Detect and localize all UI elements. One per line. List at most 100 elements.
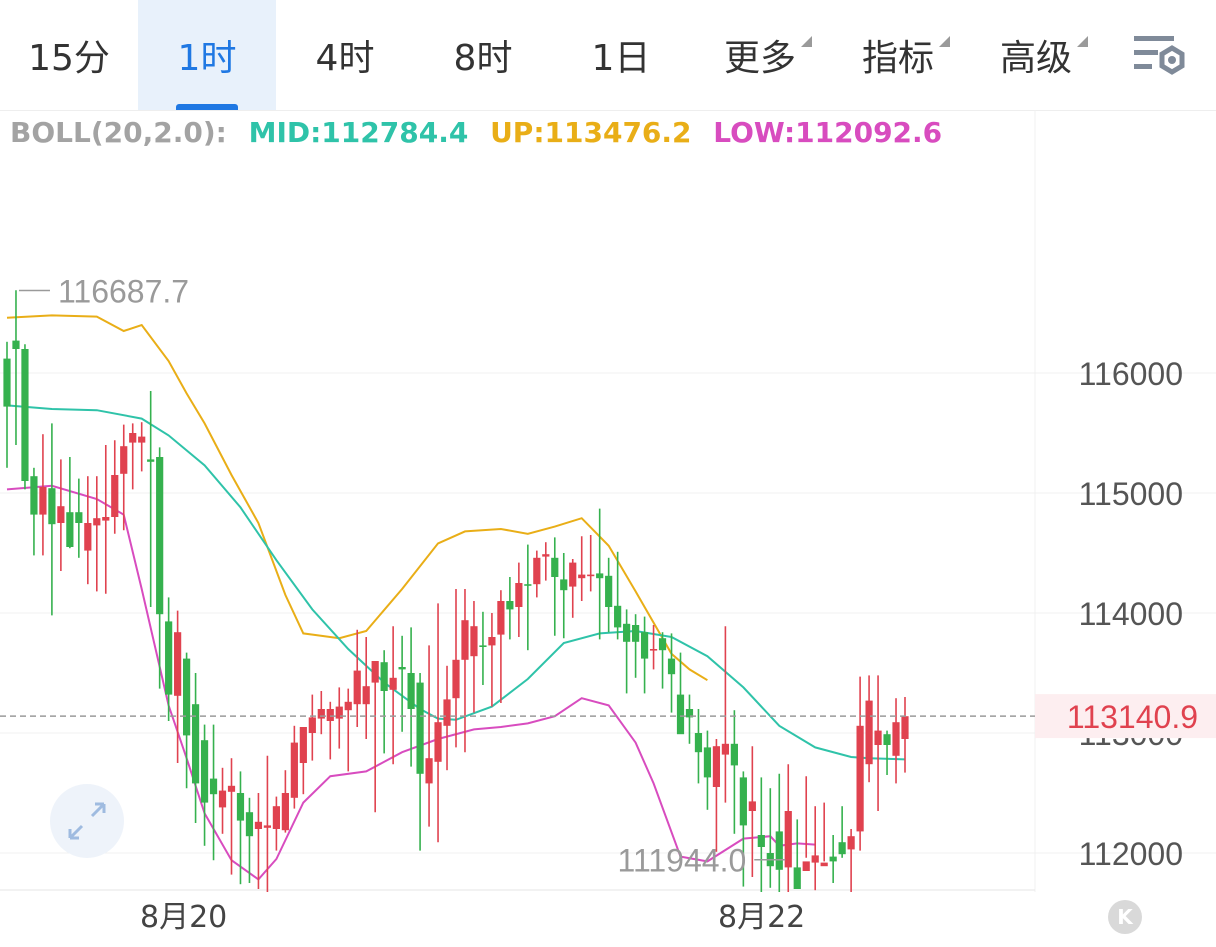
candle-body <box>272 806 280 829</box>
candle-body <box>156 457 164 615</box>
candle <box>649 625 658 670</box>
k-button[interactable]: K <box>1108 900 1142 934</box>
candle-body <box>227 785 236 792</box>
candle-body <box>48 488 56 525</box>
candle-body <box>676 694 685 735</box>
candle <box>353 629 361 727</box>
candle-body <box>703 747 712 778</box>
candle-body <box>84 523 92 551</box>
candle <box>901 697 909 773</box>
candle <box>21 344 29 490</box>
candle-body <box>578 574 586 579</box>
tab-8h[interactable]: 8时 <box>414 0 552 110</box>
candle <box>344 688 352 772</box>
tab-label: 8时 <box>453 38 513 79</box>
candle <box>829 835 837 883</box>
candle <box>802 776 810 871</box>
candle-body <box>632 625 640 642</box>
candle <box>380 650 388 754</box>
candle-body <box>254 821 263 829</box>
candle-body <box>901 716 909 739</box>
chart-settings-icon[interactable] <box>1126 26 1188 88</box>
tab-advanced[interactable]: 高级 <box>976 0 1096 110</box>
candle <box>371 661 379 813</box>
candle-body <box>443 699 451 726</box>
candle <box>308 694 316 761</box>
candle-body <box>245 812 254 837</box>
candle-body <box>748 801 756 811</box>
dropdown-corner-icon <box>939 36 950 47</box>
candle <box>757 777 765 892</box>
candle <box>569 559 577 618</box>
candle-body <box>470 626 478 657</box>
candle-body <box>236 793 245 821</box>
candle-body <box>757 835 765 847</box>
candle-body <box>596 573 604 579</box>
tab-label: 4时 <box>315 38 375 79</box>
candle <box>84 476 92 585</box>
candle-body <box>129 433 137 443</box>
tab-4h[interactable]: 4时 <box>276 0 414 110</box>
candle-body <box>317 709 325 719</box>
candle <box>865 675 873 783</box>
candle-body <box>658 638 667 651</box>
candle <box>793 819 801 889</box>
candle-body <box>649 649 658 651</box>
candle-body <box>362 686 370 705</box>
low-price-label: 111944.0 <box>618 843 747 879</box>
candle <box>111 440 119 534</box>
tab-1d[interactable]: 1日 <box>552 0 690 110</box>
candle <box>497 590 505 703</box>
candle-body <box>3 358 11 407</box>
candle <box>317 691 325 735</box>
candlestick-chart[interactable]: 116000115000114000113000112000 113140.91… <box>0 110 1216 892</box>
candle <box>254 793 263 889</box>
candle-body <box>560 579 568 591</box>
candle <box>551 537 559 636</box>
candle-body <box>802 861 810 871</box>
candle-body <box>461 620 469 660</box>
candle-body <box>775 831 783 870</box>
candle <box>640 616 649 694</box>
candle-body <box>39 487 47 515</box>
candle <box>587 535 595 592</box>
candle-body <box>299 727 307 763</box>
price-gridlines <box>0 110 1216 892</box>
tab-more[interactable]: 更多 <box>700 0 820 110</box>
candle <box>892 698 900 784</box>
tab-label: 高级 <box>999 38 1072 79</box>
candle-body <box>856 725 864 832</box>
current-price-label: 113140.9 <box>1067 699 1198 735</box>
candle-body <box>138 436 146 443</box>
candle-body <box>488 637 496 646</box>
candle <box>326 701 334 760</box>
candle <box>165 597 173 721</box>
candle <box>515 562 523 637</box>
candle <box>560 553 568 639</box>
candle <box>200 724 209 846</box>
tab-label: 1日 <box>591 38 651 79</box>
candle <box>748 746 756 877</box>
candle-body <box>326 709 334 721</box>
candle-body <box>533 557 541 585</box>
candle-body <box>102 517 110 521</box>
candle-body <box>793 867 801 889</box>
candle <box>811 806 819 891</box>
candle-body <box>569 562 577 587</box>
tab-1h[interactable]: 1时 <box>138 0 276 110</box>
candle <box>281 770 289 833</box>
candle <box>425 645 433 827</box>
tab-label: 15分 <box>28 38 110 79</box>
expand-arrows-icon[interactable] <box>50 784 124 858</box>
price-tick-label: 115000 <box>1079 476 1183 512</box>
candle-body <box>200 740 209 803</box>
tab-15m[interactable]: 15分 <box>0 0 138 110</box>
tab-indicators[interactable]: 指标 <box>838 0 958 110</box>
price-tick-label: 112000 <box>1079 836 1183 872</box>
candle <box>605 557 613 633</box>
candle-body <box>820 862 828 867</box>
price-tick-label: 114000 <box>1079 596 1183 632</box>
candle <box>703 730 712 810</box>
candle-body <box>290 742 298 798</box>
candle-body <box>587 574 595 577</box>
